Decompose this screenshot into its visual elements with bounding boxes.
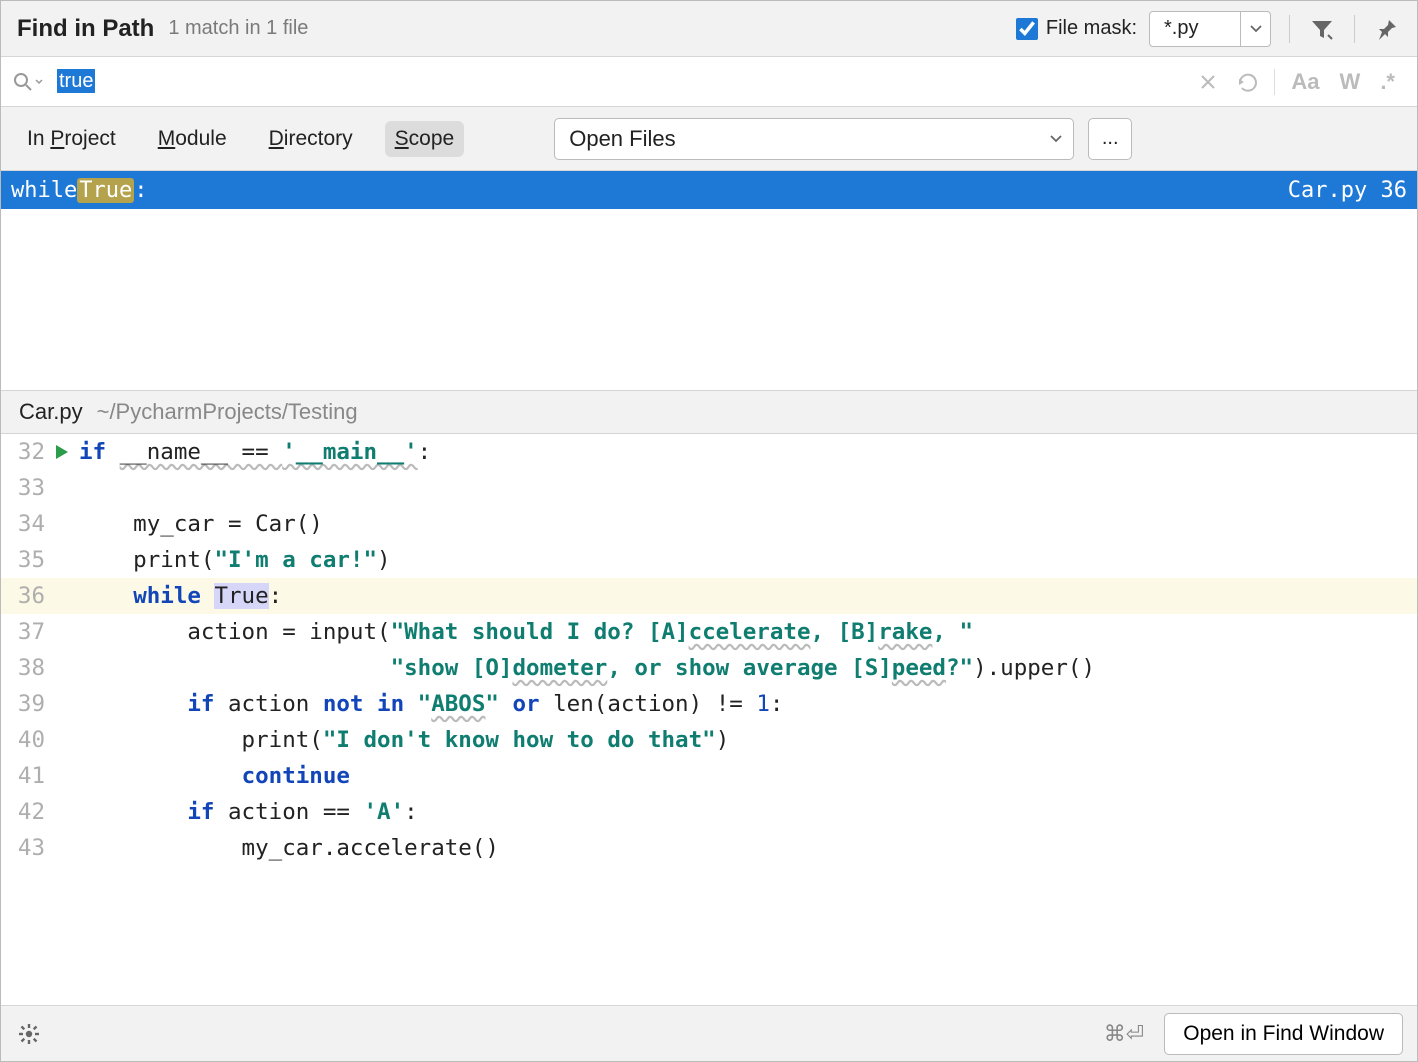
footer: ⌘⏎ Open in Find Window: [1, 1005, 1417, 1061]
filter-icon[interactable]: [1308, 15, 1336, 43]
file-mask-combo[interactable]: *.py: [1149, 11, 1271, 47]
code-line[interactable]: 34 my_car = Car(): [1, 506, 1417, 542]
scope-row: In Project Module Directory Scope Open F…: [1, 107, 1417, 171]
preview-filename: Car.py: [19, 399, 83, 425]
line-number: 36: [1, 578, 51, 614]
code-line[interactable]: 42 if action == 'A':: [1, 794, 1417, 830]
scope-ellipsis-button[interactable]: ...: [1088, 118, 1132, 160]
code-text: if action not in "ABOS" or len(action) !…: [73, 686, 783, 722]
history-icon[interactable]: [1236, 72, 1258, 92]
preview-pane: Car.py ~/PycharmProjects/Testing 32 if __…: [1, 391, 1417, 1005]
line-number: 39: [1, 686, 51, 722]
code-preview[interactable]: 32 if __name__ == '__main__': 3334 my_car …: [1, 434, 1417, 1005]
line-number: 42: [1, 794, 51, 830]
line-number: 41: [1, 758, 51, 794]
code-line[interactable]: 39 if action not in "ABOS" or len(action…: [1, 686, 1417, 722]
result-context-post: :: [134, 178, 147, 203]
code-text: print("I don't know how to do that"): [73, 722, 729, 758]
search-input[interactable]: true: [57, 70, 95, 93]
code-line[interactable]: 33: [1, 470, 1417, 506]
shortcut-hint: ⌘⏎: [1104, 1021, 1144, 1047]
code-text: print("I'm a car!"): [73, 542, 391, 578]
line-number: 32: [1, 434, 51, 470]
dialog-title: Find in Path: [17, 15, 154, 43]
tab-module[interactable]: Module: [148, 121, 237, 157]
preview-path: ~/PycharmProjects/Testing: [97, 399, 358, 425]
run-gutter-icon[interactable]: [51, 445, 73, 459]
search-row: true Aa W .*: [1, 57, 1417, 107]
code-text: while True:: [73, 578, 282, 614]
scope-tabs: In Project Module Directory Scope: [17, 121, 464, 157]
regex-toggle[interactable]: .*: [1380, 69, 1395, 95]
scope-combo-value: Open Files: [555, 120, 1039, 158]
line-number: 33: [1, 470, 51, 506]
results-list[interactable]: while True: Car.py 36: [1, 171, 1417, 391]
line-number: 37: [1, 614, 51, 650]
tab-in-project[interactable]: In Project: [17, 121, 126, 157]
code-line[interactable]: 36 while True:: [1, 578, 1417, 614]
code-line[interactable]: 37 action = input("What should I do? [A]…: [1, 614, 1417, 650]
search-icon[interactable]: [13, 72, 43, 92]
line-number: 34: [1, 506, 51, 542]
chevron-down-icon[interactable]: [1240, 12, 1270, 46]
result-context-pre: while: [11, 178, 77, 203]
file-mask-value: *.py: [1150, 13, 1240, 44]
match-count: 1 match in 1 file: [168, 17, 308, 40]
tab-scope[interactable]: Scope: [385, 121, 465, 157]
code-line[interactable]: 32 if __name__ == '__main__':: [1, 434, 1417, 470]
result-row[interactable]: while True: Car.py 36: [1, 171, 1417, 209]
line-number: 43: [1, 830, 51, 866]
code-text: my_car.accelerate(): [73, 830, 499, 866]
code-line[interactable]: 35 print("I'm a car!"): [1, 542, 1417, 578]
file-mask-label: File mask:: [1046, 17, 1137, 40]
find-in-path-dialog: Find in Path 1 match in 1 file File mask…: [0, 0, 1418, 1062]
words-toggle[interactable]: W: [1340, 69, 1361, 95]
code-text: if __name__ == '__main__':: [73, 434, 431, 470]
code-text: my_car = Car(): [73, 506, 323, 542]
line-number: 38: [1, 650, 51, 686]
preview-header: Car.py ~/PycharmProjects/Testing: [1, 391, 1417, 434]
code-text: "show [O]dometer, or show average [S]pee…: [73, 650, 1095, 686]
code-line[interactable]: 41 continue: [1, 758, 1417, 794]
tab-directory[interactable]: Directory: [259, 121, 363, 157]
titlebar: Find in Path 1 match in 1 file File mask…: [1, 1, 1417, 57]
code-text: continue: [73, 758, 350, 794]
open-in-find-window-button[interactable]: Open in Find Window: [1164, 1013, 1403, 1055]
pin-icon[interactable]: [1373, 15, 1401, 43]
result-match: True: [77, 178, 134, 203]
chevron-down-icon[interactable]: [1039, 135, 1073, 143]
file-mask-checkbox[interactable]: [1016, 18, 1038, 40]
code-line[interactable]: 43 my_car.accelerate(): [1, 830, 1417, 866]
match-case-toggle[interactable]: Aa: [1291, 69, 1319, 95]
code-text: action = input("What should I do? [A]cce…: [73, 614, 973, 650]
scope-combo[interactable]: Open Files: [554, 118, 1074, 160]
result-location: Car.py 36: [1288, 178, 1407, 203]
clear-icon[interactable]: [1200, 74, 1216, 90]
line-number: 35: [1, 542, 51, 578]
code-text: if action == 'A':: [73, 794, 418, 830]
line-number: 40: [1, 722, 51, 758]
gear-icon[interactable]: [15, 1020, 43, 1048]
code-line[interactable]: 38 "show [O]dometer, or show average [S]…: [1, 650, 1417, 686]
code-line[interactable]: 40 print("I don't know how to do that"): [1, 722, 1417, 758]
